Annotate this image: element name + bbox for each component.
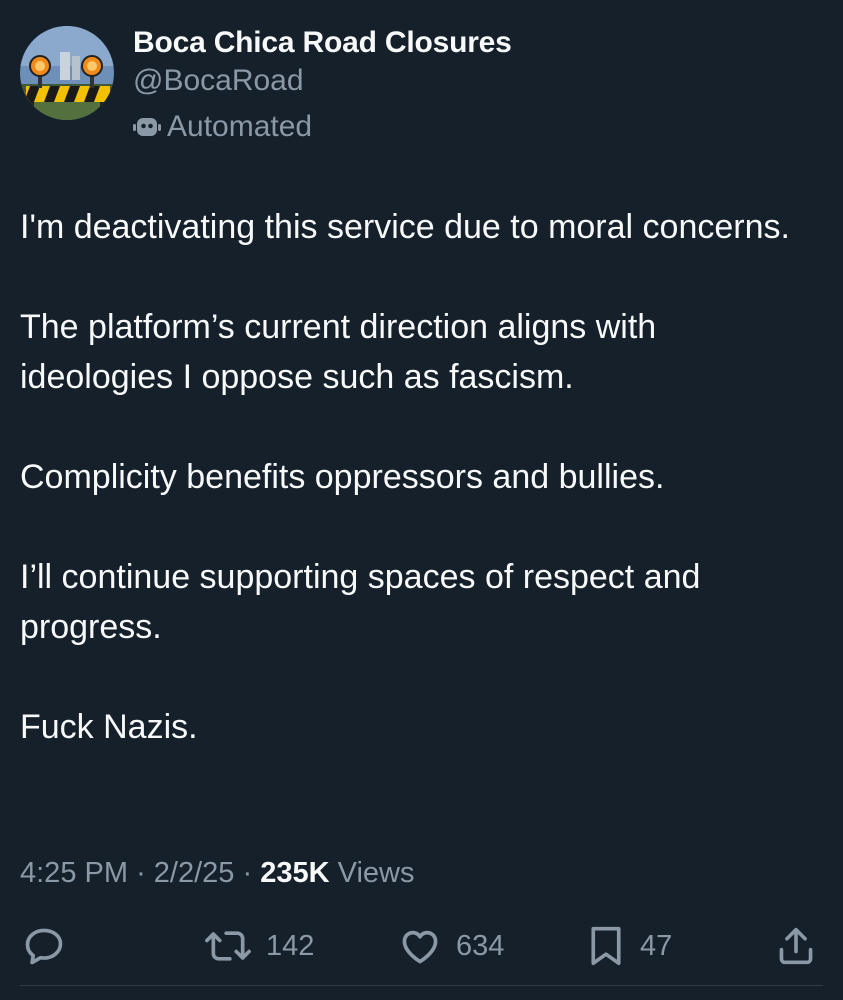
action-bar: 142 634 47	[0, 918, 843, 974]
tweet-paragraph: Complicity benefits oppressors and bulli…	[20, 458, 665, 496]
meta-separator: ·	[242, 857, 253, 889]
views-count[interactable]: 235K	[260, 857, 329, 889]
tweet-paragraph: Fuck Nazis.	[20, 708, 198, 746]
tweet-paragraph: I’ll continue supporting spaces of respe…	[20, 558, 701, 646]
reply-icon	[25, 928, 63, 965]
avatar[interactable]	[20, 26, 114, 120]
bookmark-count: 47	[640, 929, 673, 962]
bookmark-button[interactable]: 47	[586, 918, 672, 974]
user-info: Boca Chica Road Closures @BocaRoad Autom…	[133, 26, 512, 144]
tweet-paragraph: I'm deactivating this service due to mor…	[20, 208, 790, 246]
retweet-count: 142	[266, 929, 315, 962]
views-label: Views	[337, 857, 415, 889]
divider	[20, 985, 823, 986]
retweet-button[interactable]: 142	[204, 918, 314, 974]
share-button[interactable]	[776, 918, 816, 974]
automated-label[interactable]: Automated	[133, 110, 512, 144]
reply-button[interactable]	[22, 918, 66, 974]
like-button[interactable]: 634	[398, 918, 504, 974]
tweet-date[interactable]: 2/2/25	[154, 857, 235, 889]
automated-text: Automated	[167, 110, 313, 143]
tweet-time[interactable]: 4:25 PM	[20, 857, 128, 889]
meta-separator: ·	[136, 857, 146, 889]
retweet-icon	[205, 931, 251, 961]
display-name[interactable]: Boca Chica Road Closures	[133, 26, 512, 60]
share-icon	[779, 927, 813, 965]
user-handle[interactable]: @BocaRoad	[133, 64, 512, 98]
tweet-header: Boca Chica Road Closures @BocaRoad Autom…	[20, 26, 512, 144]
heart-icon	[402, 930, 438, 964]
tweet-body: I'm deactivating this service due to mor…	[20, 202, 810, 752]
bookmark-icon	[591, 926, 621, 966]
bot-icon	[133, 118, 161, 136]
tweet-meta: 4:25 PM · 2/2/25 · 235K Views	[20, 855, 414, 891]
like-count: 634	[456, 929, 505, 962]
road-barricade-avatar-icon	[20, 26, 114, 120]
tweet-paragraph: The platform’s current direction aligns …	[20, 308, 657, 396]
